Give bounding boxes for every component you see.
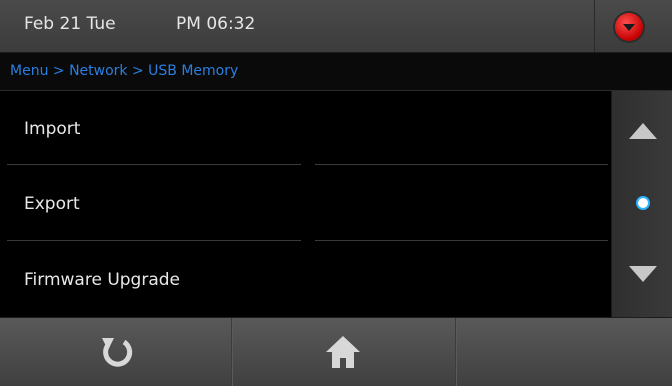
time-label: PM 06:32	[176, 14, 256, 34]
status-bar: Feb 21 Tue PM 06:32	[0, 0, 672, 53]
menu-divider	[315, 164, 608, 165]
breadcrumb-path: Menu > Network > USB Memory	[10, 63, 239, 79]
menu-list: Import Export Firmware Upgrade	[0, 91, 611, 317]
menu-item-label: Export	[24, 194, 80, 214]
refresh-icon	[102, 338, 133, 367]
menu-item-export[interactable]: Export	[0, 166, 611, 241]
menu-divider	[7, 164, 301, 165]
home-icon	[326, 336, 360, 368]
scroll-up-icon[interactable]	[629, 123, 657, 139]
refresh-button[interactable]	[0, 318, 231, 386]
date-label: Feb 21 Tue	[24, 14, 116, 34]
menu-item-firmware-upgrade[interactable]: Firmware Upgrade	[0, 242, 611, 317]
menu-item-label: Firmware Upgrade	[24, 270, 180, 290]
home-button[interactable]	[233, 318, 455, 386]
scroll-position-dot	[638, 198, 648, 208]
empty-nav-slot	[457, 318, 672, 386]
scroll-column	[611, 91, 672, 317]
status-divider	[594, 0, 595, 52]
menu-item-label: Import	[24, 119, 81, 139]
device-screen: Feb 21 Tue PM 06:32 Menu > Network > USB…	[0, 0, 672, 386]
menu-divider	[315, 240, 608, 241]
red-down-arrow-icon	[623, 24, 635, 31]
bottom-nav-bar	[0, 317, 672, 386]
breadcrumb: Menu > Network > USB Memory	[0, 53, 672, 91]
menu-item-import[interactable]: Import	[0, 91, 611, 166]
menu-divider	[7, 240, 301, 241]
alert-button[interactable]	[615, 13, 643, 41]
scroll-down-icon[interactable]	[629, 266, 657, 282]
